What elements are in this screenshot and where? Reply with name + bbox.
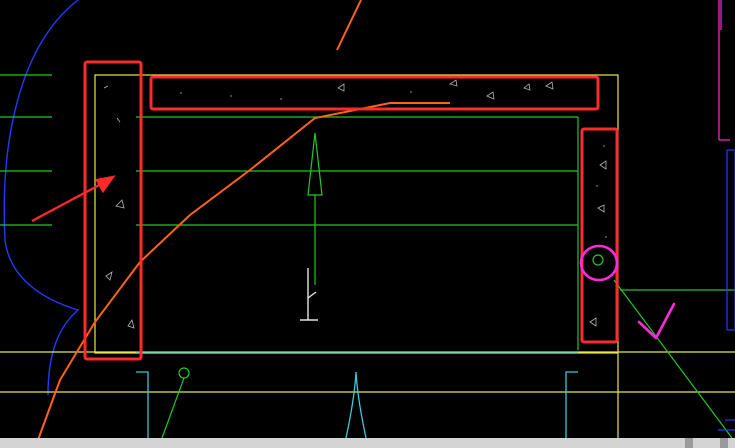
up-arrow-icon bbox=[307, 132, 323, 285]
status-bar bbox=[0, 438, 735, 448]
door-swing-arc bbox=[3, 0, 80, 396]
grid-cross-mark bbox=[592, 254, 604, 266]
right-column-highlight bbox=[580, 127, 619, 344]
magenta-boundary-lines bbox=[718, 0, 730, 141]
wall-outline bbox=[0, 74, 735, 438]
left-column-highlight bbox=[83, 60, 143, 361]
cad-drawing-canvas[interactable] bbox=[0, 0, 735, 448]
highlight-boxes bbox=[83, 60, 619, 361]
status-bar-button[interactable] bbox=[685, 438, 693, 448]
magenta-circle-marker bbox=[579, 244, 619, 282]
rebar-line bbox=[37, 0, 450, 441]
status-bar-button-2[interactable] bbox=[720, 438, 728, 448]
annotation-arrow bbox=[31, 175, 116, 223]
top-beam-highlight bbox=[149, 75, 600, 111]
grid-bubble-icon bbox=[178, 367, 190, 379]
cad-drawing-svg[interactable] bbox=[0, 0, 735, 448]
beam-lines bbox=[136, 351, 578, 439]
slab-lines bbox=[136, 116, 735, 439]
